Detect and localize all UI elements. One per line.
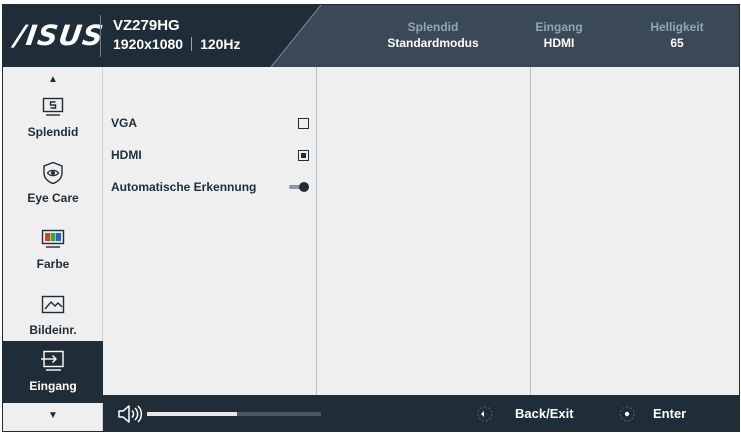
sidebar-item-splendid[interactable]: Splendid (3, 91, 103, 155)
toggle-switch[interactable] (289, 182, 309, 192)
option-label: VGA (111, 116, 138, 130)
status-input: Eingang HDMI (523, 20, 595, 52)
scroll-down-arrow-icon[interactable]: ▼ (3, 405, 103, 425)
joystick-press-icon (619, 406, 635, 422)
volume-slider[interactable] (147, 412, 321, 416)
checkbox-checked[interactable] (298, 149, 309, 161)
status-value: HDMI (543, 36, 575, 50)
header-divider (100, 15, 101, 57)
asus-logo-text: /ISUS (12, 19, 107, 52)
refresh-rate-text: 120Hz (200, 36, 241, 52)
back-exit-label: Back/Exit (515, 406, 574, 421)
status-label: Splendid (407, 20, 459, 34)
sidebar: ▲ Splendid Eye Care Farbe Bildeinr. Eing… (3, 67, 103, 431)
detail-pane (531, 67, 739, 395)
color-icon (40, 227, 66, 251)
option-vga[interactable]: VGA (111, 113, 309, 133)
option-hdmi[interactable]: HDMI (111, 145, 309, 165)
sidebar-item-color[interactable]: Farbe (3, 223, 103, 287)
option-label: HDMI (111, 148, 142, 162)
sidebar-item-eye-care[interactable]: Eye Care (3, 157, 103, 221)
options-pane: VGA HDMI Automatische Erkennung (103, 67, 317, 395)
image-icon (40, 293, 66, 317)
status-value: Standardmodus (387, 36, 479, 50)
option-auto-detect[interactable]: Automatische Erkennung (111, 177, 309, 197)
model-name: VZ279HG (113, 17, 180, 34)
splendid-icon (40, 95, 66, 119)
joystick-left-icon (477, 406, 493, 422)
enter-label: Enter (653, 406, 687, 421)
option-label: Automatische Erkennung (111, 180, 257, 194)
input-icon (40, 349, 66, 373)
checkbox-unchecked[interactable] (298, 117, 309, 129)
status-label: Helligkeit (650, 20, 704, 34)
sidebar-item-label: Farbe (36, 257, 70, 271)
status-splendid: Splendid Standardmodus (363, 20, 503, 52)
sidebar-item-label: Splendid (27, 125, 79, 139)
submenu-pane (317, 67, 531, 395)
sidebar-item-input[interactable]: Eingang (3, 341, 103, 403)
status-brightness: Helligkeit 65 (635, 20, 719, 52)
asus-logo: /ISUS (12, 19, 107, 52)
volume-fill (147, 412, 238, 416)
scroll-up-arrow-icon[interactable]: ▲ (3, 69, 103, 89)
status-label: Eingang (535, 20, 583, 34)
model-specs: 1920x1080 120Hz (113, 36, 241, 52)
status-value: 65 (670, 36, 684, 50)
resolution-text: 1920x1080 (113, 36, 184, 52)
volume-icon[interactable] (117, 404, 143, 424)
sidebar-item-label: Bildeinr. (29, 323, 77, 337)
sidebar-item-label: Eye Care (27, 191, 79, 205)
header-bar: /ISUS VZ279HG 1920x1080 120Hz Splendid S… (3, 5, 739, 67)
monitor-osd: /ISUS VZ279HG 1920x1080 120Hz Splendid S… (2, 4, 740, 432)
eye-care-icon (40, 161, 66, 185)
sidebar-item-label: Eingang (29, 379, 77, 393)
toggle-knob (299, 182, 309, 192)
footer-bar: Back/Exit Enter (103, 395, 739, 431)
spec-separator (191, 37, 193, 51)
